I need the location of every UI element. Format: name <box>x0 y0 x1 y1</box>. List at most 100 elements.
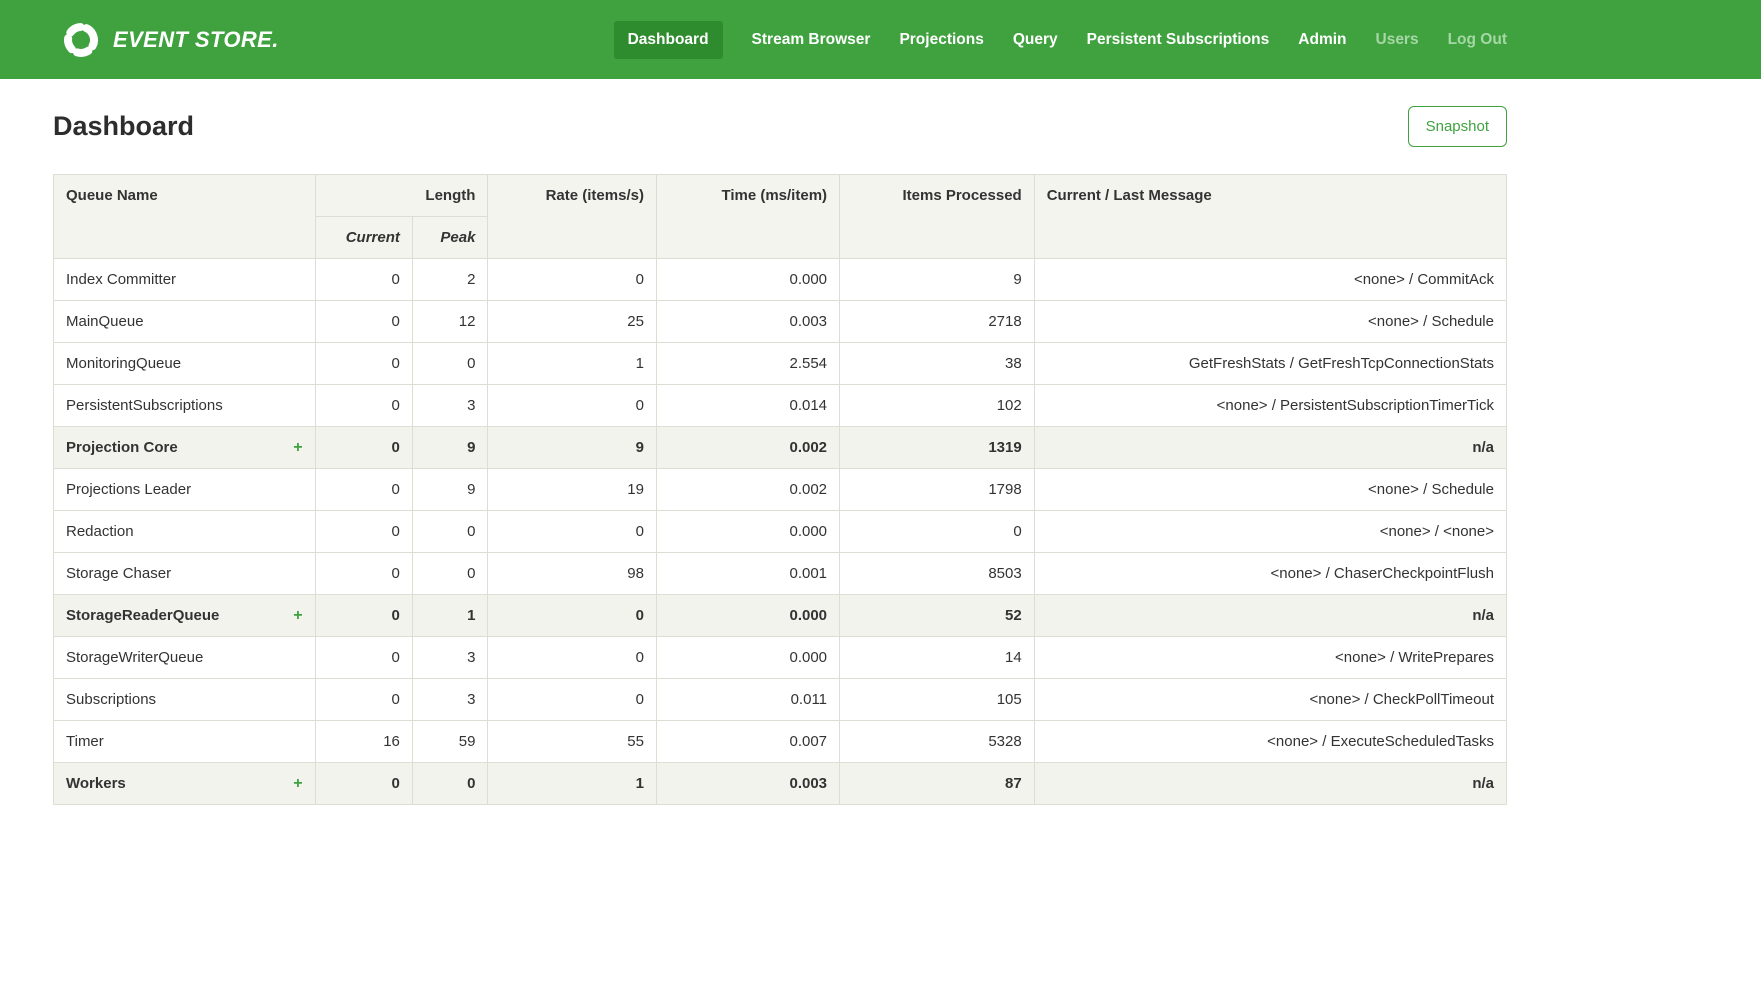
page-header: Dashboard Snapshot <box>53 106 1507 147</box>
queue-length-current: 0 <box>315 385 412 427</box>
expand-plus-icon[interactable]: + <box>293 776 302 792</box>
event-store-logo-icon <box>60 19 102 61</box>
queue-table-row[interactable]: Workers + 0 0 1 0.003 87 n/a <box>54 763 1507 805</box>
queue-items-processed: 14 <box>840 637 1035 679</box>
queue-table-row[interactable]: MonitoringQueue 0 0 1 2.554 38 GetFreshS… <box>54 343 1507 385</box>
queue-time: 0.001 <box>656 553 839 595</box>
queue-message: <none> / WritePrepares <box>1034 637 1506 679</box>
queue-name-cell: Index Committer <box>54 259 316 301</box>
queue-time: 0.000 <box>656 511 839 553</box>
queue-rate: 0 <box>488 259 657 301</box>
queue-time: 0.000 <box>656 595 839 637</box>
queue-length-current: 16 <box>315 721 412 763</box>
snapshot-button[interactable]: Snapshot <box>1408 106 1507 147</box>
queue-rate: 25 <box>488 301 657 343</box>
queue-name: StorageReaderQueue <box>66 607 219 624</box>
queue-message: <none> / CheckPollTimeout <box>1034 679 1506 721</box>
queue-length-current: 0 <box>315 637 412 679</box>
queue-name-cell: MainQueue <box>54 301 316 343</box>
queue-time: 0.000 <box>656 637 839 679</box>
queue-length-current: 0 <box>315 427 412 469</box>
queue-time: 0.011 <box>656 679 839 721</box>
queue-table-row[interactable]: Subscriptions 0 3 0 0.011 105 <none> / C… <box>54 679 1507 721</box>
brand-text: EVENT STORE. <box>113 27 279 53</box>
queue-length-current: 0 <box>315 553 412 595</box>
nav-item-admin[interactable]: Admin <box>1298 21 1346 59</box>
header-rate: Rate (items/s) <box>488 175 657 259</box>
queue-table-row[interactable]: Timer 16 59 55 0.007 5328 <none> / Execu… <box>54 721 1507 763</box>
queue-time: 0.014 <box>656 385 839 427</box>
queue-name: Timer <box>66 733 104 750</box>
event-store-brand[interactable]: EVENT STORE. <box>60 19 279 61</box>
queue-rate: 55 <box>488 721 657 763</box>
queue-length-current: 0 <box>315 595 412 637</box>
queue-message: <none> / <none> <box>1034 511 1506 553</box>
queue-rate: 0 <box>488 511 657 553</box>
queue-name-cell: MonitoringQueue <box>54 343 316 385</box>
top-navbar: EVENT STORE. Dashboard Stream Browser Pr… <box>0 0 1761 79</box>
expand-plus-icon[interactable]: + <box>293 608 302 624</box>
nav-item-dashboard[interactable]: Dashboard <box>614 21 723 59</box>
queue-rate: 0 <box>488 679 657 721</box>
queue-items-processed: 105 <box>840 679 1035 721</box>
queue-rate: 0 <box>488 595 657 637</box>
queue-table-row[interactable]: Storage Chaser 0 0 98 0.001 8503 <none> … <box>54 553 1507 595</box>
queue-table-row[interactable]: Redaction 0 0 0 0.000 0 <none> / <none> <box>54 511 1507 553</box>
nav-item-persistent-subscriptions[interactable]: Persistent Subscriptions <box>1087 21 1270 59</box>
queue-table-row[interactable]: Projection Core + 0 9 9 0.002 1319 n/a <box>54 427 1507 469</box>
queue-message: <none> / PersistentSubscriptionTimerTick <box>1034 385 1506 427</box>
queue-message: GetFreshStats / GetFreshTcpConnectionSta… <box>1034 343 1506 385</box>
queue-name: Workers <box>66 775 126 792</box>
queue-name: Index Committer <box>66 271 176 288</box>
queue-items-processed: 8503 <box>840 553 1035 595</box>
queue-length-current: 0 <box>315 259 412 301</box>
queue-items-processed: 5328 <box>840 721 1035 763</box>
queue-name: MainQueue <box>66 313 144 330</box>
queue-table-row[interactable]: PersistentSubscriptions 0 3 0 0.014 102 … <box>54 385 1507 427</box>
nav-item-users[interactable]: Users <box>1376 21 1419 59</box>
queue-length-peak: 3 <box>412 385 488 427</box>
queue-table-row[interactable]: StorageReaderQueue + 0 1 0 0.000 52 n/a <box>54 595 1507 637</box>
queue-message: <none> / ExecuteScheduledTasks <box>1034 721 1506 763</box>
queue-name-cell: Redaction <box>54 511 316 553</box>
queue-items-processed: 1798 <box>840 469 1035 511</box>
queue-items-processed: 52 <box>840 595 1035 637</box>
queue-rate: 98 <box>488 553 657 595</box>
nav-item-query[interactable]: Query <box>1013 21 1058 59</box>
queue-name: MonitoringQueue <box>66 355 181 372</box>
queue-length-peak: 0 <box>412 763 488 805</box>
queues-table-header: Queue Name Length Rate (items/s) Time (m… <box>54 175 1507 259</box>
queue-length-current: 0 <box>315 763 412 805</box>
queue-table-row[interactable]: Projections Leader 0 9 19 0.002 1798 <no… <box>54 469 1507 511</box>
header-length: Length <box>315 175 488 217</box>
queue-table-row[interactable]: StorageWriterQueue 0 3 0 0.000 14 <none>… <box>54 637 1507 679</box>
nav-item-log-out[interactable]: Log Out <box>1448 21 1507 59</box>
queue-table-row[interactable]: MainQueue 0 12 25 0.003 2718 <none> / Sc… <box>54 301 1507 343</box>
queue-time: 0.003 <box>656 301 839 343</box>
queue-name-cell: PersistentSubscriptions <box>54 385 316 427</box>
queue-length-current: 0 <box>315 679 412 721</box>
queue-table-body: Index Committer 0 2 0 0.000 9 <none> / C… <box>54 259 1507 805</box>
queue-time: 0.002 <box>656 427 839 469</box>
queue-name-cell: StorageWriterQueue <box>54 637 316 679</box>
queue-message: n/a <box>1034 763 1506 805</box>
queue-table-row[interactable]: Index Committer 0 2 0 0.000 9 <none> / C… <box>54 259 1507 301</box>
queue-items-processed: 1319 <box>840 427 1035 469</box>
queue-length-current: 0 <box>315 301 412 343</box>
queue-name-cell: Storage Chaser <box>54 553 316 595</box>
queue-items-processed: 9 <box>840 259 1035 301</box>
queue-length-peak: 1 <box>412 595 488 637</box>
queue-length-peak: 59 <box>412 721 488 763</box>
queue-items-processed: 87 <box>840 763 1035 805</box>
nav-item-projections[interactable]: Projections <box>899 21 983 59</box>
queue-length-peak: 9 <box>412 469 488 511</box>
header-time: Time (ms/item) <box>656 175 839 259</box>
main-nav: Dashboard Stream Browser Projections Que… <box>614 21 1507 59</box>
header-message: Current / Last Message <box>1034 175 1506 259</box>
expand-plus-icon[interactable]: + <box>293 440 302 456</box>
nav-item-stream-browser[interactable]: Stream Browser <box>752 21 871 59</box>
queues-table: Queue Name Length Rate (items/s) Time (m… <box>53 174 1507 805</box>
queue-name: StorageWriterQueue <box>66 649 203 666</box>
queue-name-cell: Subscriptions <box>54 679 316 721</box>
queue-time: 0.000 <box>656 259 839 301</box>
